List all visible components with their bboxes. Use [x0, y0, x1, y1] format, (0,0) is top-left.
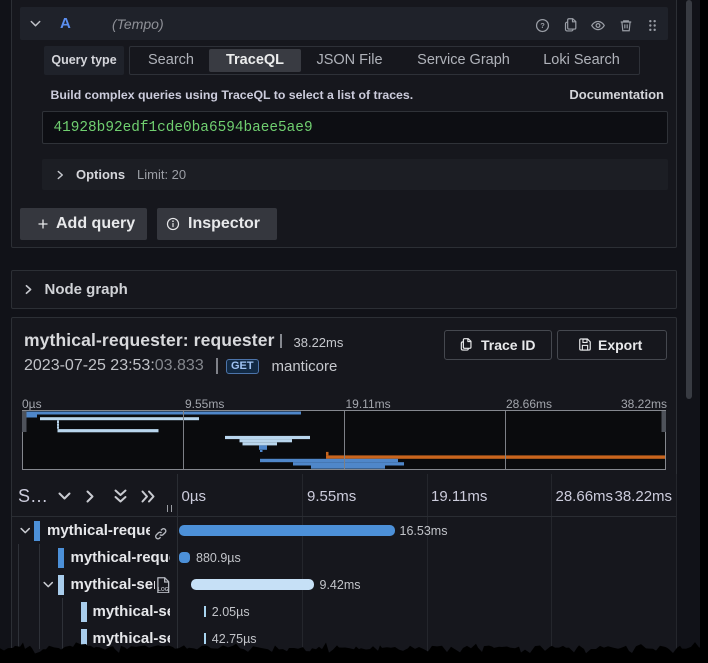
svg-text:?: ?	[540, 21, 545, 30]
svg-text:LOG: LOG	[158, 586, 169, 592]
